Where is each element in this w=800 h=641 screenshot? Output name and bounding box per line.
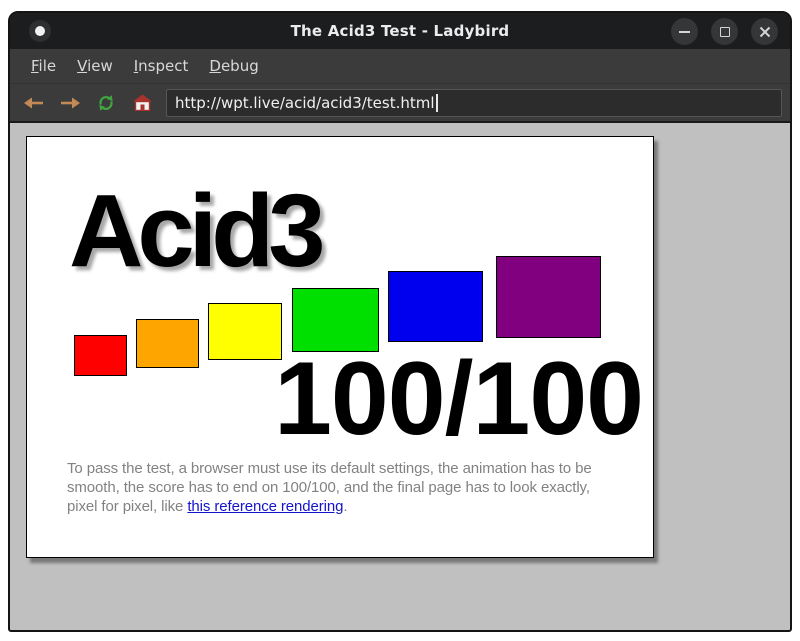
- menu-inspect[interactable]: Inspect: [134, 57, 189, 75]
- browser-window: The Acid3 Test - Ladybird File View Insp…: [8, 11, 792, 632]
- paragraph-line-2: smooth, the score has to end on 100/100,…: [67, 478, 592, 497]
- menu-debug[interactable]: Debug: [209, 57, 258, 75]
- instructions-paragraph: To pass the test, a browser must use its…: [67, 459, 592, 516]
- home-button[interactable]: [130, 91, 154, 115]
- circular-arrows-icon: [97, 94, 115, 112]
- menu-file[interactable]: File: [31, 57, 56, 75]
- paragraph-line-3-suffix: .: [343, 498, 347, 515]
- back-button[interactable]: [22, 91, 46, 115]
- title-bar: The Acid3 Test - Ladybird: [10, 13, 790, 49]
- navigation-toolbar: http://wpt.live/acid/acid3/test.html: [10, 83, 790, 121]
- maximize-icon: [720, 27, 730, 37]
- url-text: http://wpt.live/acid/acid3/test.html: [175, 94, 435, 112]
- forward-button[interactable]: [58, 91, 82, 115]
- paragraph-line-3: pixel for pixel, like this reference ren…: [67, 497, 592, 516]
- paragraph-line-1: To pass the test, a browser must use its…: [67, 459, 592, 478]
- purple-square: [496, 256, 601, 338]
- score-text: 100/100: [274, 347, 643, 451]
- refresh-button[interactable]: [94, 91, 118, 115]
- menu-view[interactable]: View: [77, 57, 113, 75]
- close-icon: [759, 26, 771, 38]
- red-square: [74, 335, 127, 376]
- close-button[interactable]: [751, 18, 778, 45]
- acid3-page: Acid3 100/100 To pass the test, a browse…: [26, 136, 654, 558]
- maximize-button[interactable]: [711, 18, 738, 45]
- menu-bar: File View Inspect Debug: [10, 49, 790, 83]
- window-controls: [671, 18, 778, 45]
- reference-rendering-link[interactable]: this reference rendering: [187, 498, 343, 515]
- text-cursor: [436, 94, 438, 112]
- house-icon: [133, 94, 152, 111]
- right-arrow-icon: [60, 96, 80, 110]
- acid3-heading: Acid3: [69, 179, 319, 282]
- paragraph-line-3-prefix: pixel for pixel, like: [67, 498, 187, 515]
- yellow-square: [208, 303, 282, 360]
- minimize-icon: [679, 31, 690, 33]
- left-arrow-icon: [24, 96, 44, 110]
- blue-square: [388, 271, 483, 342]
- url-input[interactable]: http://wpt.live/acid/acid3/test.html: [166, 89, 782, 117]
- browser-viewport: Acid3 100/100 To pass the test, a browse…: [10, 121, 790, 630]
- minimize-button[interactable]: [671, 18, 698, 45]
- orange-square: [136, 319, 199, 368]
